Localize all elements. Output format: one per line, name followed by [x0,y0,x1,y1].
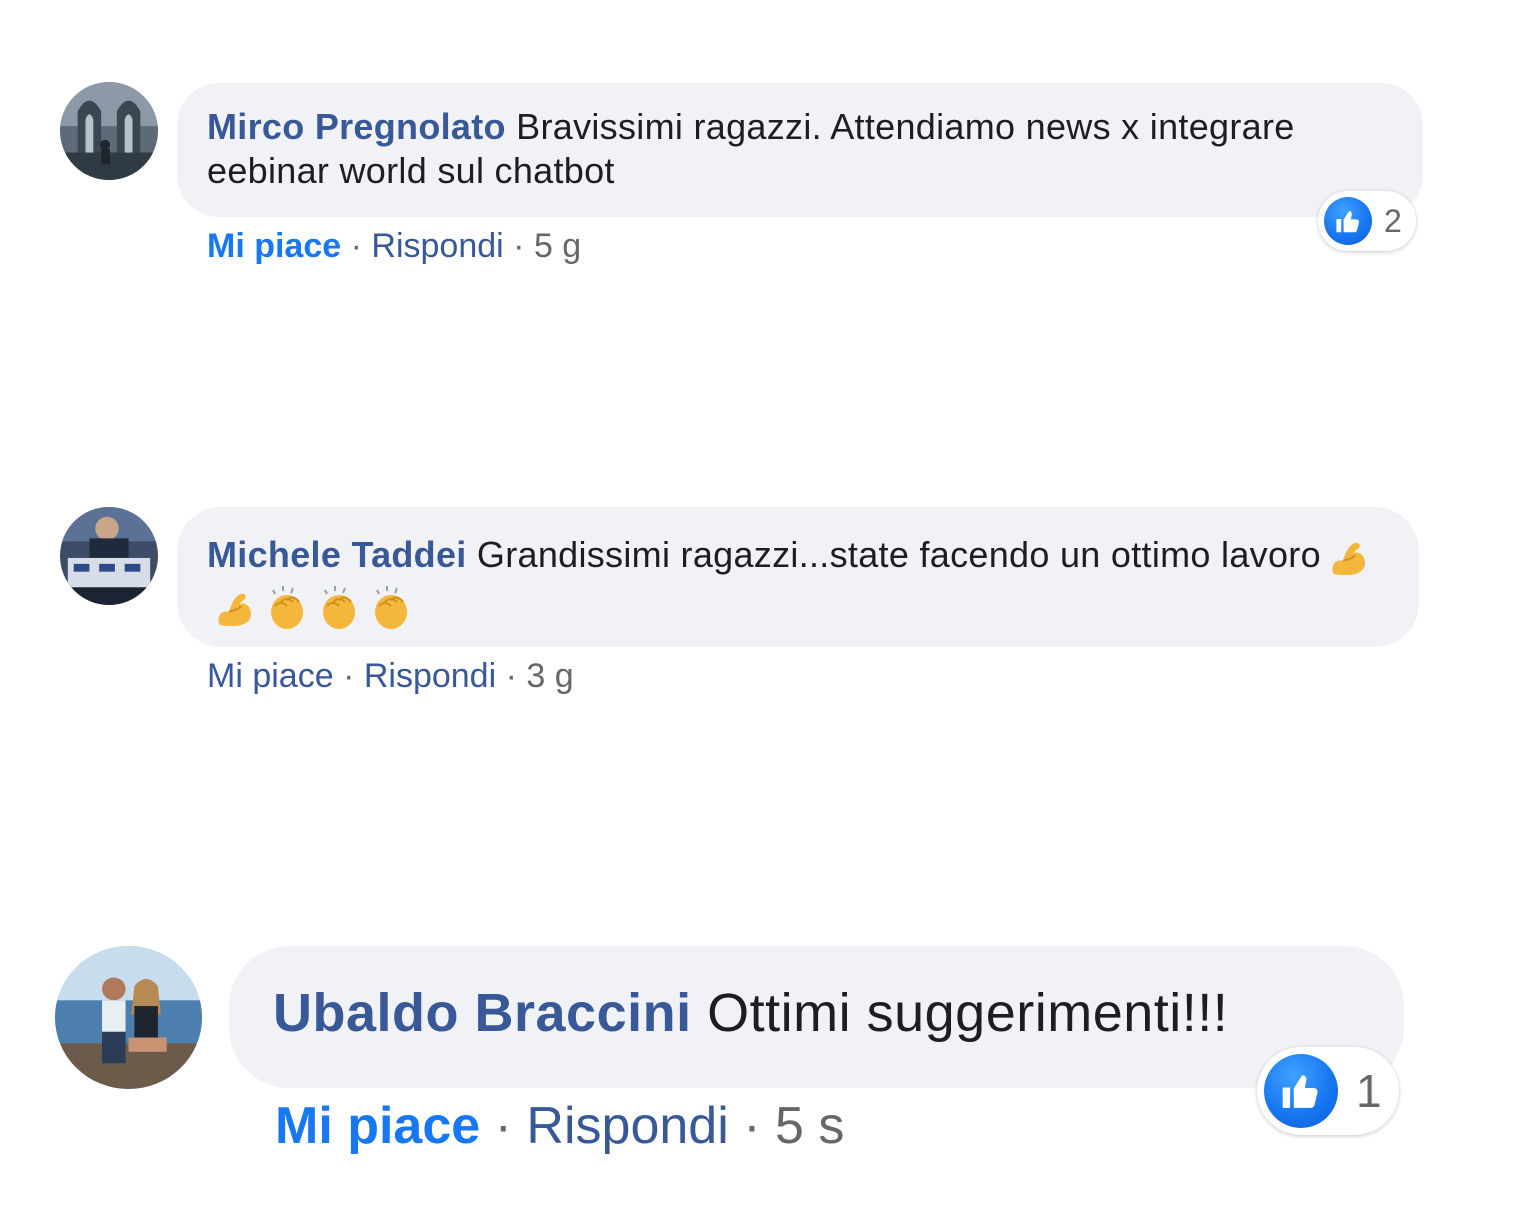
like-button[interactable]: Mi piace [275,1097,480,1155]
reply-button[interactable]: Rispondi [364,657,496,695]
comment-actions: Mi piace · Rispondi · 5 g [207,224,581,268]
comment-author[interactable]: Michele Taddei [207,534,467,575]
like-icon [1264,1054,1338,1128]
comment-author[interactable]: Ubaldo Braccini [273,983,692,1043]
reaction-count-badge[interactable]: 2 [1318,191,1416,251]
separator: · [505,657,517,695]
comment-text: Grandissimi ragazzi...state facendo un o… [476,534,1321,575]
reaction-count-badge[interactable]: 1 [1257,1047,1399,1135]
flexed-biceps-emoji [211,584,259,632]
separator: · [343,657,355,695]
comment-actions: Mi piace · Rispondi · 5 s [275,1094,844,1158]
clapping-hands-emoji [263,584,311,632]
avatar[interactable] [60,507,158,605]
avatar[interactable] [55,946,202,1089]
clapping-hands-emoji [367,584,415,632]
comment-author[interactable]: Mirco Pregnolato [207,106,506,147]
like-button[interactable]: Mi piace [207,657,334,695]
reaction-count: 1 [1356,1065,1382,1117]
comment-bubble: Ubaldo Braccini Ottimi suggerimenti!!! [229,946,1404,1088]
comment-actions: Mi piace · Rispondi · 3 g [207,654,574,698]
comment-bubble: Michele Taddei Grandissimi ragazzi...sta… [177,507,1419,647]
comment-text: Ottimi suggerimenti!!! [707,983,1229,1043]
separator: · [513,227,525,265]
separator: · [743,1097,761,1155]
comment-timestamp[interactable]: 3 g [526,657,573,695]
like-icon [1324,197,1372,245]
like-button[interactable]: Mi piace [207,227,341,265]
comment-bubble: Mirco Pregnolato Bravissimi ragazzi. Att… [177,83,1423,217]
comment-timestamp[interactable]: 5 g [534,227,581,265]
flexed-biceps-emoji [1325,533,1373,581]
separator: · [494,1097,512,1155]
clapping-hands-emoji [315,584,363,632]
reply-button[interactable]: Rispondi [371,227,503,265]
reply-button[interactable]: Rispondi [526,1097,728,1155]
avatar[interactable] [60,82,158,180]
separator: · [350,227,362,265]
reaction-count: 2 [1384,202,1402,239]
comment-timestamp[interactable]: 5 s [775,1097,844,1155]
